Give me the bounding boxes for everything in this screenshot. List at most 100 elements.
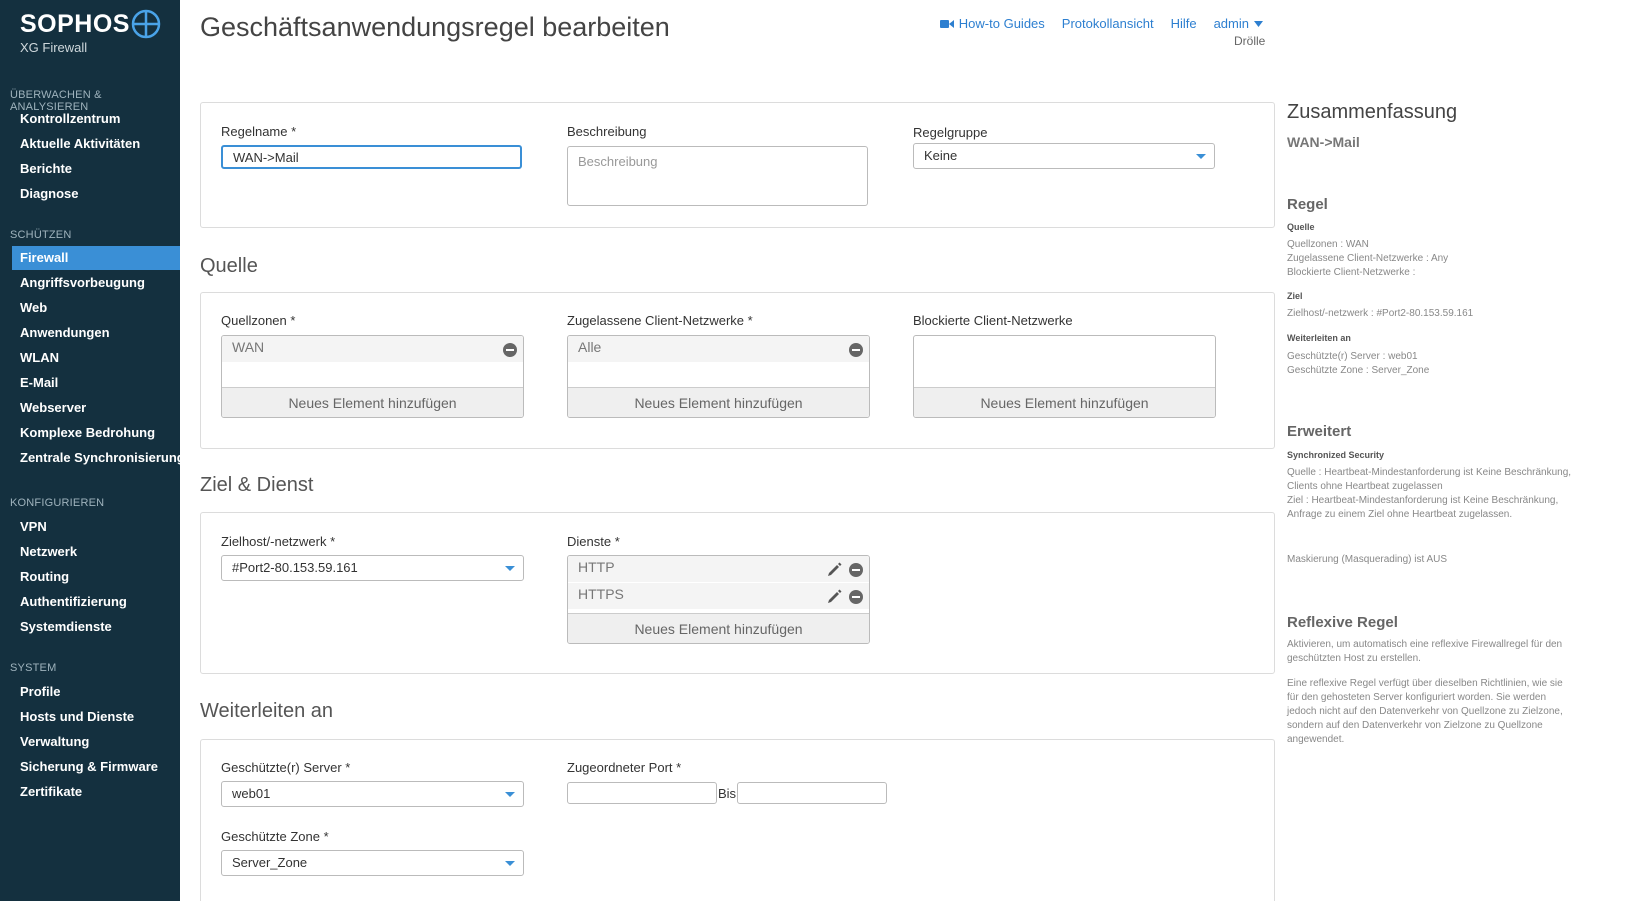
service-value: HTTPS [578, 586, 624, 602]
summary-source-zones: Quellzonen : WAN [1287, 239, 1369, 250]
add-blocked-network-button[interactable]: Neues Element hinzufügen [914, 387, 1215, 417]
remove-icon[interactable] [849, 563, 863, 577]
summary-rule-name: WAN->Mail [1287, 134, 1360, 150]
sidebar-item-systemdienste[interactable]: Systemdienste [12, 615, 180, 639]
sidebar-item-netzwerk[interactable]: Netzwerk [12, 540, 180, 564]
sidebar-item-berichte[interactable]: Berichte [12, 157, 180, 181]
mapped-port-to-input[interactable] [737, 782, 887, 804]
page-title: Geschäftsanwendungsregel bearbeiten [200, 12, 670, 42]
sidebar-item-zertifikate[interactable]: Zertifikate [12, 780, 180, 804]
sidebar: SOPHOS XG Firewall ÜBERWACHEN & ANALYSIE… [0, 0, 185, 901]
admin-menu[interactable]: admin [1214, 16, 1263, 31]
summary-masquerading-text: Maskierung (Masquerading) ist AUS [1287, 554, 1448, 565]
edit-icon[interactable] [827, 589, 842, 604]
allowed-networks-label: Zugelassene Client-Netzwerke * [567, 313, 753, 328]
description-textarea[interactable]: Beschreibung [567, 146, 868, 206]
rule-group-select[interactable]: Keine [913, 143, 1215, 169]
sidebar-item-komplexe-bedrohung[interactable]: Komplexe Bedrohung [12, 421, 180, 445]
mapped-port-from-input[interactable] [567, 782, 717, 804]
protected-server-label: Geschützte(r) Server * [221, 760, 351, 775]
log-view-link[interactable]: Protokollansicht [1062, 16, 1154, 31]
add-allowed-network-button[interactable]: Neues Element hinzufügen [568, 387, 869, 417]
summary-reflexive-text-1: Aktivieren, um automatisch eine reflexiv… [1287, 639, 1563, 664]
rule-group-label: Regelgruppe [913, 125, 988, 140]
sidebar-item-vpn[interactable]: VPN [12, 515, 180, 539]
summary-destination-heading: Ziel [1287, 291, 1303, 301]
admin-label: admin [1213, 16, 1249, 31]
rule-name-input[interactable] [221, 145, 522, 169]
help-link[interactable]: Hilfe [1171, 16, 1197, 31]
mapped-port-label: Zugeordneter Port * [567, 760, 682, 775]
rule-panel: Regelname * Beschreibung Beschreibung Re… [200, 102, 1275, 228]
list-item: WAN [222, 336, 523, 363]
description-label: Beschreibung [567, 124, 647, 139]
sidebar-item-webserver[interactable]: Webserver [12, 396, 180, 420]
summary-sync-security-text: Quelle : Heartbeat-Mindestanforderung is… [1287, 467, 1572, 520]
chevron-down-icon [1196, 154, 1206, 159]
add-service-button[interactable]: Neues Element hinzufügen [568, 613, 869, 643]
how-to-guides-link[interactable]: How-to Guides [939, 16, 1045, 31]
nav-section-system: SYSTEM [10, 662, 57, 674]
summary-source-heading: Quelle [1287, 222, 1315, 232]
allowed-networks-list: Alle Neues Element hinzufügen [567, 335, 870, 418]
sidebar-item-authentifizierung[interactable]: Authentifizierung [12, 590, 180, 614]
protected-zone-select[interactable]: Server_Zone [221, 850, 524, 876]
sidebar-item-zentrale-synchronisierung[interactable]: Zentrale Synchronisierung [12, 446, 185, 470]
sidebar-item-email[interactable]: E-Mail [12, 371, 180, 395]
brand-name: SOPHOS [20, 10, 130, 38]
video-camera-icon [939, 19, 954, 28]
summary-protected-zone: Geschützte Zone : Server_Zone [1287, 365, 1430, 376]
how-to-guides-label: How-to Guides [958, 16, 1045, 31]
sidebar-item-firewall[interactable]: Firewall [12, 246, 180, 270]
sidebar-item-diagnose[interactable]: Diagnose [12, 182, 180, 206]
destination-host-value: #Port2-80.153.59.161 [232, 560, 358, 575]
source-zone-value: WAN [232, 339, 265, 355]
source-panel: Quellzonen * WAN Neues Element hinzufüge… [200, 292, 1275, 449]
sidebar-item-aktuelle-aktivitaeten[interactable]: Aktuelle Aktivitäten [12, 132, 180, 156]
sidebar-item-profile[interactable]: Profile [12, 680, 180, 704]
destination-section-title: Ziel & Dienst [200, 474, 314, 496]
sidebar-item-hosts-und-dienste[interactable]: Hosts und Dienste [12, 705, 180, 729]
chevron-down-icon [505, 861, 515, 866]
summary-allowed-networks: Zugelassene Client-Netzwerke : Any [1287, 253, 1449, 264]
nav-section-configure: KONFIGURIEREN [10, 497, 105, 509]
sidebar-item-routing[interactable]: Routing [12, 565, 180, 589]
sophos-globe-icon [131, 9, 161, 39]
services-label: Dienste * [567, 534, 620, 549]
protected-server-select[interactable]: web01 [221, 781, 524, 807]
summary-protected-server: Geschützte(r) Server : web01 [1287, 351, 1418, 362]
remove-icon[interactable] [849, 343, 863, 357]
summary-sync-security-heading: Synchronized Security [1287, 450, 1385, 460]
forward-panel: Geschützte(r) Server * web01 Zugeordnete… [200, 739, 1275, 901]
caret-down-icon [1254, 20, 1263, 27]
sidebar-item-kontrollzentrum[interactable]: Kontrollzentrum [12, 107, 180, 131]
source-section-title: Quelle [200, 255, 258, 277]
blocked-networks-list: Neues Element hinzufügen [913, 335, 1216, 418]
top-links: How-to Guides Protokollansicht Hilfe adm… [939, 16, 1263, 31]
summary-title: Zusammenfassung [1287, 101, 1458, 123]
add-source-zone-button[interactable]: Neues Element hinzufügen [222, 387, 523, 417]
sidebar-item-anwendungen[interactable]: Anwendungen [12, 321, 180, 345]
summary-reflexive-text-2: Eine reflexive Regel verfügt über diesel… [1287, 678, 1563, 745]
protected-server-value: web01 [232, 786, 271, 801]
summary-reflexive-heading: Reflexive Regel [1287, 614, 1398, 631]
rule-name-label: Regelname * [221, 124, 297, 139]
sidebar-item-wlan[interactable]: WLAN [12, 346, 180, 370]
remove-icon[interactable] [503, 343, 517, 357]
list-item: HTTP [568, 556, 869, 583]
chevron-down-icon [505, 792, 515, 797]
edit-icon[interactable] [827, 562, 842, 577]
services-list: HTTP HTTPS Neues Element hinzufügen [567, 555, 870, 644]
sidebar-item-verwaltung[interactable]: Verwaltung [12, 730, 180, 754]
destination-host-select[interactable]: #Port2-80.153.59.161 [221, 555, 524, 581]
forward-section-title: Weiterleiten an [200, 700, 334, 722]
sidebar-item-angriffsvorbeugung[interactable]: Angriffsvorbeugung [12, 271, 180, 295]
summary-forward-heading: Weiterleiten an [1287, 333, 1351, 343]
sidebar-item-web[interactable]: Web [12, 296, 180, 320]
remove-icon[interactable] [849, 590, 863, 604]
blocked-networks-label: Blockierte Client-Netzwerke [913, 313, 1073, 328]
source-zones-list: WAN Neues Element hinzufügen [221, 335, 524, 418]
sidebar-item-sicherung-firmware[interactable]: Sicherung & Firmware [12, 755, 180, 779]
rule-group-value: Keine [924, 148, 958, 163]
summary-rule-heading: Regel [1287, 196, 1328, 213]
